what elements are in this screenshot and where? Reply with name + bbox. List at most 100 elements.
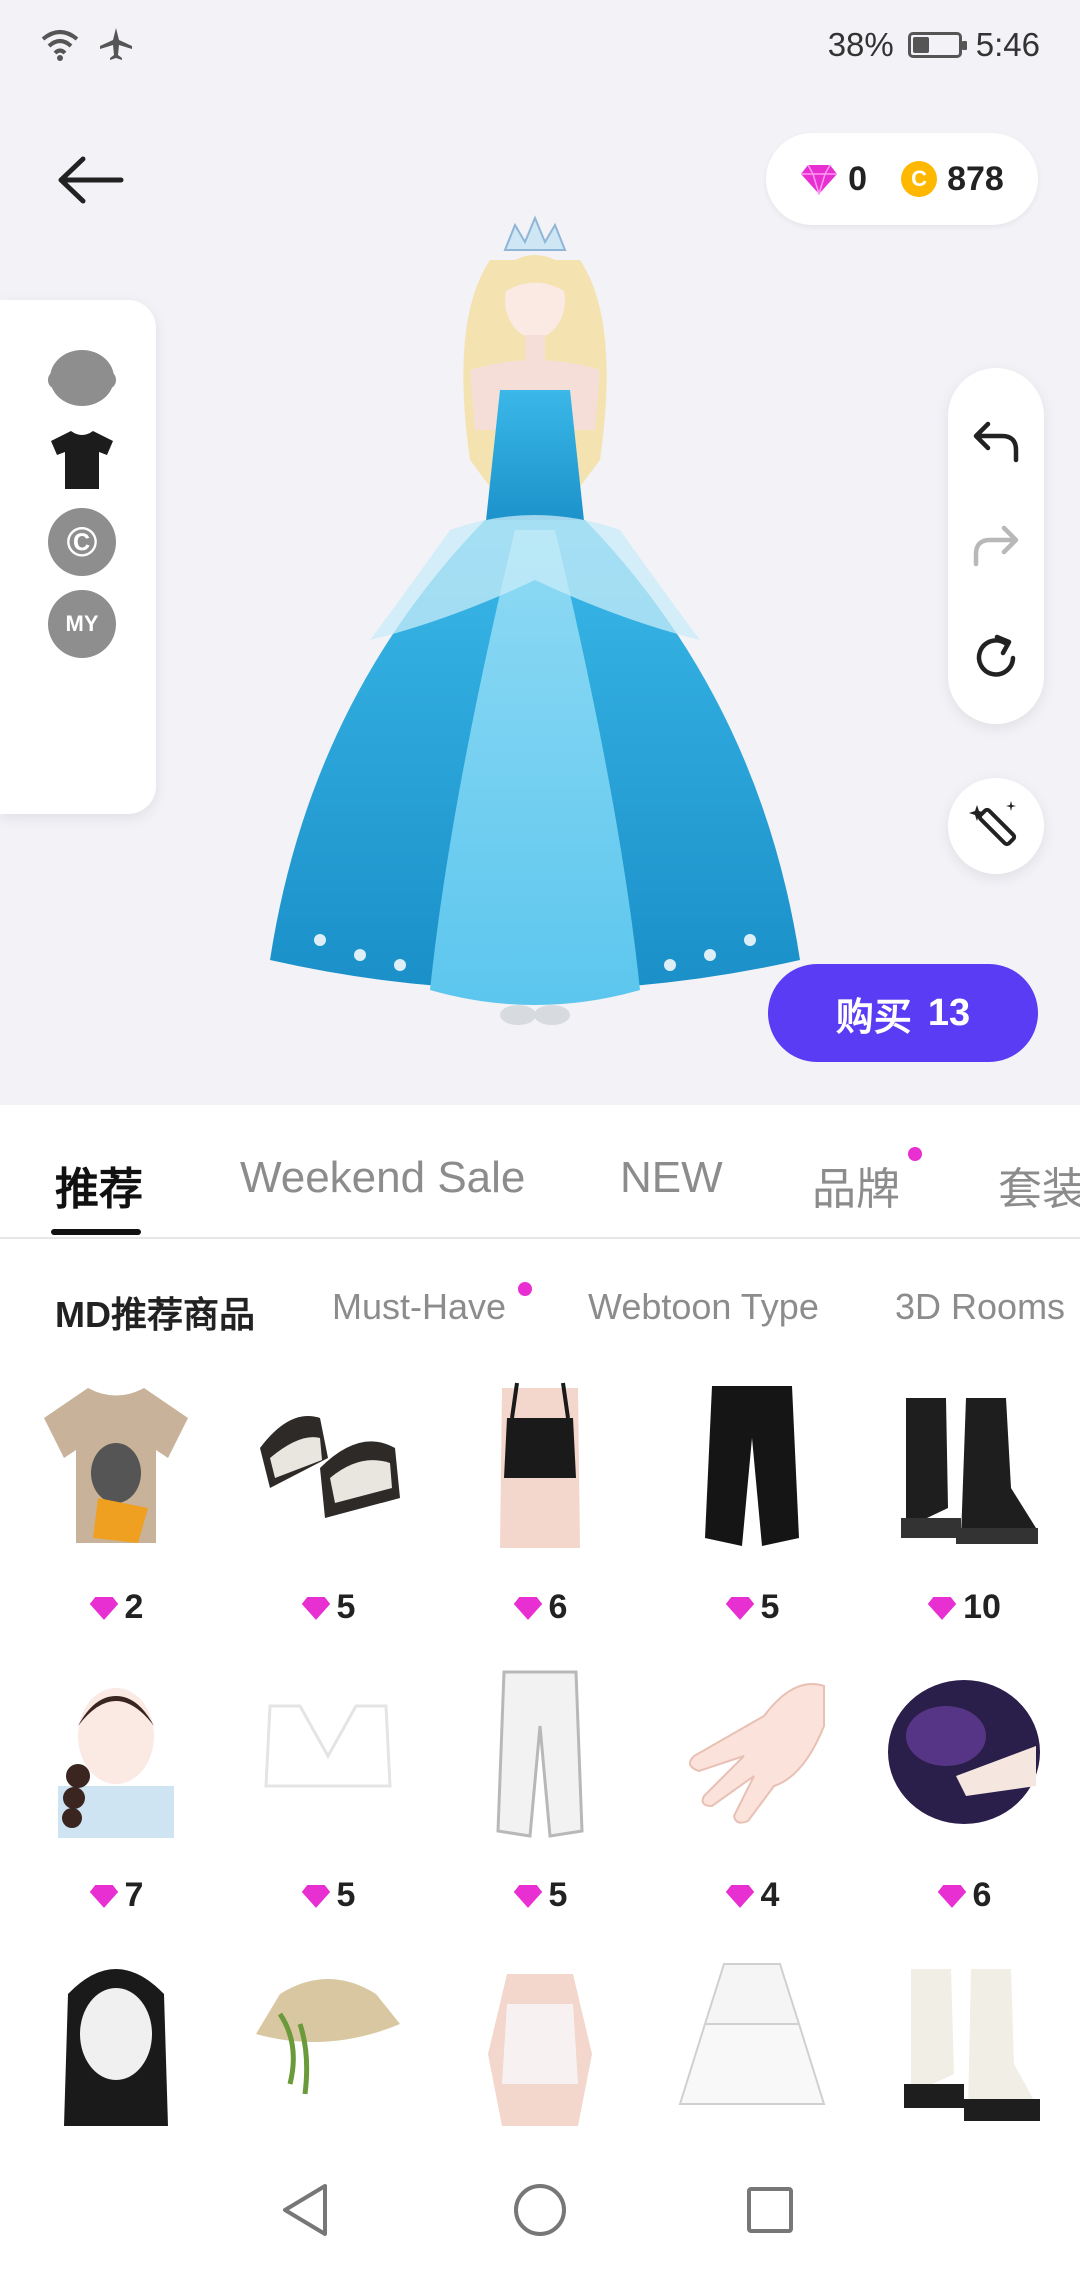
side-item-my[interactable]: MY (48, 590, 116, 658)
magic-wand-icon (969, 801, 1017, 847)
tab-brand[interactable]: 品牌 (812, 1153, 900, 1217)
gem-icon (937, 1884, 966, 1908)
white-combat-boots-thumbnail (886, 1954, 1042, 2126)
airplane-icon (100, 28, 132, 60)
category-side-panel: © MY (0, 300, 156, 814)
tab-sets[interactable]: 套装 (998, 1153, 1080, 1217)
gem-icon (89, 1884, 118, 1908)
item-price: 10 (963, 1588, 1001, 1626)
undo-icon (973, 421, 1019, 463)
subtab-must-have[interactable]: Must-Have (332, 1286, 506, 1328)
item-cell[interactable]: 6 (858, 1658, 1070, 1946)
clock: 5:46 (975, 26, 1040, 63)
magic-wand-button[interactable] (948, 778, 1044, 874)
back-arrow-icon (58, 156, 124, 204)
item-cell[interactable]: 2 (10, 1370, 222, 1658)
brand-new-dot (908, 1147, 922, 1161)
item-cell[interactable] (858, 1946, 1070, 2135)
buy-count: 13 (927, 991, 971, 1034)
item-price: 5 (760, 1588, 780, 1626)
item-cell[interactable] (646, 1946, 858, 2135)
buy-label: 购买 (835, 996, 912, 1039)
item-cell[interactable]: 10 (858, 1370, 1070, 1658)
gem-icon (725, 1596, 754, 1620)
platform-boots-thumbnail (886, 1378, 1042, 1550)
subtab-webtoon-type[interactable]: Webtoon Type (588, 1286, 819, 1328)
black-crop-top-thumbnail (462, 1378, 618, 1550)
item-grid: 2 5 6 5 10 7 5 5 4 6 (0, 1370, 1080, 2135)
wifi-icon (41, 30, 79, 61)
reset-button[interactable] (966, 628, 1026, 688)
history-panel (948, 368, 1044, 724)
square-recents-icon (747, 2187, 793, 2233)
tshirt-icon (51, 431, 113, 489)
gem-icon (801, 164, 838, 195)
ring-accessory-thumbnail (886, 1666, 1042, 1838)
gem-icon (513, 1596, 542, 1620)
side-item-head[interactable] (48, 344, 116, 412)
tab-recommend[interactable]: 推荐 (55, 1153, 143, 1217)
gem-icon (89, 1596, 118, 1620)
straw-visor-hat-thumbnail (250, 1954, 406, 2126)
item-cell[interactable]: 4 (646, 1658, 858, 1946)
item-cell[interactable]: 6 (434, 1370, 646, 1658)
lace-top-thumbnail (462, 1954, 618, 2126)
gem-icon (301, 1596, 330, 1620)
tab-new[interactable]: NEW (620, 1153, 723, 1203)
subtab-3d-rooms[interactable]: 3D Rooms (895, 1286, 1065, 1328)
system-nav-bar (0, 2135, 1080, 2280)
item-cell[interactable]: 5 (434, 1658, 646, 1946)
item-price: 5 (548, 1876, 568, 1914)
item-cell[interactable]: 5 (646, 1370, 858, 1658)
side-item-clothes[interactable] (48, 426, 116, 494)
item-cell[interactable]: 5 (222, 1370, 434, 1658)
tab-weekend-sale[interactable]: Weekend Sale (240, 1153, 525, 1203)
item-price: 5 (336, 1876, 356, 1914)
battery-percent: 38% (827, 26, 894, 63)
item-cell[interactable]: 5 (222, 1658, 434, 1946)
side-item-creator[interactable]: © (48, 508, 116, 576)
undo-button[interactable] (966, 412, 1026, 472)
item-cell[interactable] (434, 1946, 646, 2135)
battery-icon (907, 32, 967, 58)
subcategory-tabs: MD推荐商品 Must-Have Webtoon Type 3D Rooms (0, 1260, 1080, 1350)
head-icon (48, 350, 116, 406)
subtab-md-picks[interactable]: MD推荐商品 (55, 1286, 255, 1338)
battery-level (912, 37, 930, 53)
item-price: 6 (548, 1588, 568, 1626)
copyright-icon: © (48, 508, 116, 576)
nav-home-button[interactable] (505, 2175, 575, 2245)
redo-button[interactable] (966, 516, 1026, 576)
item-price: 6 (972, 1876, 992, 1914)
item-price: 4 (760, 1876, 780, 1914)
white-bra-top-thumbnail (250, 1666, 406, 1838)
item-cell[interactable]: 7 (10, 1658, 222, 1946)
nav-back-button[interactable] (270, 2175, 340, 2245)
white-tiered-skirt-thumbnail (674, 1954, 830, 2126)
graphic-tshirt-thumbnail (38, 1378, 194, 1550)
refresh-icon (976, 634, 1016, 677)
coin-count: 878 (947, 159, 1004, 198)
must-have-dot (518, 1282, 532, 1296)
gem-icon (301, 1884, 330, 1908)
coin-icon: C (901, 161, 938, 197)
item-cell[interactable] (10, 1946, 222, 2135)
buy-button[interactable]: 购买 13 (768, 964, 1038, 1062)
status-right: 38% 5:46 (828, 26, 1040, 64)
gem-icon (725, 1884, 754, 1908)
item-price: 5 (336, 1588, 356, 1626)
triangle-back-icon (283, 2184, 327, 2236)
back-button[interactable] (50, 148, 130, 212)
status-bar: 38% 5:46 (0, 0, 1080, 90)
sneakers-thumbnail (250, 1378, 406, 1550)
black-pants-thumbnail (674, 1378, 830, 1550)
avatar-character[interactable] (200, 200, 870, 1050)
gem-icon (927, 1596, 957, 1620)
nav-recents-button[interactable] (735, 2175, 805, 2245)
white-cargo-pants-thumbnail (462, 1666, 618, 1838)
active-tab-indicator (51, 1229, 141, 1235)
braided-hair-thumbnail (38, 1666, 194, 1838)
item-cell[interactable] (222, 1946, 434, 2135)
nail-art-thumbnail (674, 1666, 830, 1838)
category-tabs: 推荐 Weekend Sale NEW 品牌 套装 (0, 1105, 1080, 1239)
